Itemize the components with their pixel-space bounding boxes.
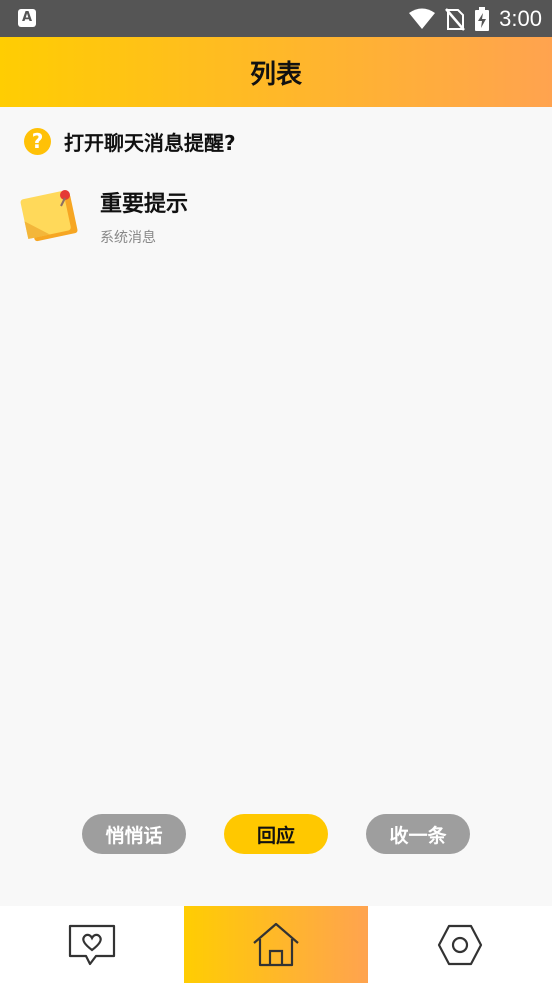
status-bar: A 3:00 xyxy=(0,0,552,37)
chat-heart-icon xyxy=(68,924,116,965)
message-subtitle: 系统消息 xyxy=(100,230,156,246)
collect-button[interactable]: 收一条 xyxy=(366,814,470,854)
wifi-icon xyxy=(409,8,436,29)
app-notification-icon: A xyxy=(18,9,36,27)
bottom-tab-bar xyxy=(0,906,552,983)
whisper-button[interactable]: 悄悄话 xyxy=(82,814,186,854)
battery-charging-icon xyxy=(475,6,490,31)
notification-prompt[interactable]: ? 打开聊天消息提醒? xyxy=(24,125,236,157)
home-icon xyxy=(253,922,299,966)
tab-messages[interactable] xyxy=(0,906,184,983)
sticky-note-icon xyxy=(20,190,78,242)
settings-icon xyxy=(437,924,483,965)
status-time: 3:00 xyxy=(499,5,542,31)
help-icon: ? xyxy=(24,127,51,155)
tab-settings[interactable] xyxy=(368,906,552,983)
list-item[interactable]: 重要提示 系统消息 xyxy=(18,182,538,252)
message-title: 重要提示 xyxy=(100,192,189,217)
page-title: 列表 xyxy=(249,59,302,90)
no-sim-icon xyxy=(445,7,466,31)
tab-home[interactable] xyxy=(184,906,368,983)
prompt-text: 打开聊天消息提醒? xyxy=(64,130,236,155)
status-bar-right: 3:00 xyxy=(409,0,542,37)
reply-button[interactable]: 回应 xyxy=(224,814,328,854)
app-header: 列表 xyxy=(0,37,552,107)
